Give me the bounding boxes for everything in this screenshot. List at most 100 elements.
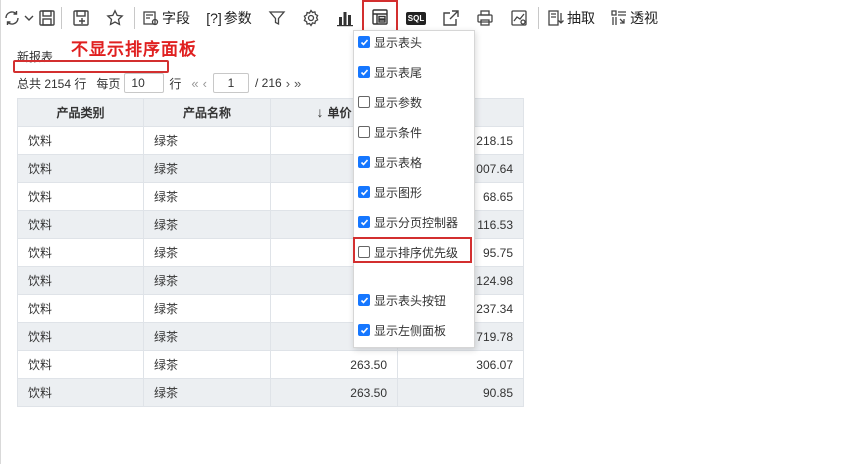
extract-icon xyxy=(548,10,564,26)
menu-item-label: 显示参数 xyxy=(374,95,423,110)
table-cell[interactable]: 绿茶 xyxy=(143,238,271,267)
checkbox-icon[interactable] xyxy=(358,66,370,78)
menu-item-label: 显示表尾 xyxy=(374,65,423,80)
column-header[interactable]: 产品名称 xyxy=(143,98,271,127)
first-page-icon[interactable]: « xyxy=(191,76,198,91)
refresh-icon[interactable] xyxy=(2,5,22,31)
field-label: 字段 xyxy=(162,10,190,26)
table-cell[interactable]: 饮料 xyxy=(17,126,144,155)
menu-item-label: 显示表头 xyxy=(374,35,423,50)
menu-item-show-header[interactable]: 显示表头 xyxy=(358,31,422,53)
menu-item-label: 显示图形 xyxy=(374,185,423,200)
table-cell[interactable]: 绿茶 xyxy=(143,350,271,379)
sql-icon[interactable]: SQL xyxy=(404,5,428,31)
prev-page-icon[interactable]: ‹ xyxy=(203,76,207,91)
total-rows: 总共 2154 行 xyxy=(17,76,87,91)
table-cell[interactable]: 饮料 xyxy=(17,266,144,295)
checkbox-icon[interactable] xyxy=(358,216,370,228)
column-header-label: 单价 xyxy=(327,106,352,120)
annotation-menu-highlight xyxy=(353,237,472,263)
chart-icon[interactable] xyxy=(334,5,356,31)
sort-arrow-icon: ↓ xyxy=(316,104,324,120)
table-cell[interactable]: 306.07 xyxy=(397,350,524,379)
menu-item-show-chart[interactable]: 显示图形 xyxy=(358,181,422,203)
menu-item-label: 显示左侧面板 xyxy=(374,323,447,338)
toolbar-divider xyxy=(538,7,539,29)
table-cell[interactable]: 饮料 xyxy=(17,154,144,183)
display-options-icon[interactable] xyxy=(362,0,398,34)
table-row: 饮料 绿茶 263.50 306.07 xyxy=(17,350,524,379)
table-cell[interactable]: 绿茶 xyxy=(143,266,271,295)
extract-button[interactable]: 抽取 xyxy=(545,5,597,31)
table-cell[interactable]: 绿茶 xyxy=(143,210,271,239)
menu-item-label: 显示条件 xyxy=(374,125,423,140)
display-options-menu: 显示表头 显示表尾 显示参数 显示条件 显示表格 显示图形 显示分页控制器 显示… xyxy=(353,30,475,348)
menu-item-label: 显示表格 xyxy=(374,155,423,170)
total-pages: / 216 xyxy=(254,76,282,90)
field-button[interactable]: 字段 xyxy=(141,5,191,31)
last-page-icon[interactable]: » xyxy=(294,76,301,91)
save-as-icon[interactable] xyxy=(70,5,92,31)
menu-item-show-params[interactable]: 显示参数 xyxy=(358,91,422,113)
dashboard-icon[interactable] xyxy=(508,5,530,31)
table-cell[interactable]: 饮料 xyxy=(17,322,144,351)
per-page-input[interactable]: 10 xyxy=(124,73,165,93)
pivot-button[interactable]: 透视 xyxy=(608,5,660,31)
menu-item-show-footer[interactable]: 显示表尾 xyxy=(358,61,422,83)
table-cell[interactable]: 绿茶 xyxy=(143,378,271,407)
checkbox-icon[interactable] xyxy=(358,156,370,168)
checkbox-icon[interactable] xyxy=(358,126,370,138)
per-page-label: 每页 xyxy=(96,76,121,91)
table-cell[interactable]: 饮料 xyxy=(17,238,144,267)
field-settings-icon xyxy=(143,11,159,26)
table-cell[interactable]: 饮料 xyxy=(17,294,144,323)
param-button[interactable]: [?] 参数 xyxy=(201,5,257,31)
menu-item-show-conditions[interactable]: 显示条件 xyxy=(358,121,422,143)
pagination-bar: 总共 2154 行 每页 10 行 « ‹ 1 / 216 › » xyxy=(17,72,303,94)
save-icon[interactable] xyxy=(36,5,58,31)
table-cell[interactable]: 263.50 xyxy=(270,378,398,407)
checkbox-icon[interactable] xyxy=(358,96,370,108)
table-cell[interactable]: 绿茶 xyxy=(143,182,271,211)
table-cell[interactable]: 饮料 xyxy=(17,378,144,407)
settings-gear-icon[interactable] xyxy=(300,5,322,31)
table-cell[interactable]: 饮料 xyxy=(17,182,144,211)
rows-unit-label: 行 xyxy=(169,76,182,91)
star-icon[interactable] xyxy=(104,5,126,31)
left-border xyxy=(0,0,1,464)
pivot-icon xyxy=(611,10,626,25)
menu-item-label: 显示表头按钮 xyxy=(374,293,447,308)
table-cell[interactable]: 绿茶 xyxy=(143,322,271,351)
current-page-input[interactable]: 1 xyxy=(212,73,249,93)
table-cell[interactable]: 绿茶 xyxy=(143,294,271,323)
table-cell[interactable]: 90.85 xyxy=(397,378,524,407)
param-icon: [?] xyxy=(206,10,222,26)
table-row: 饮料 绿茶 263.50 90.85 xyxy=(17,378,524,407)
table-cell[interactable]: 绿茶 xyxy=(143,154,271,183)
export-icon[interactable] xyxy=(440,5,462,31)
menu-item-show-left-panel[interactable]: 显示左侧面板 xyxy=(358,319,446,341)
checkbox-icon[interactable] xyxy=(358,294,370,306)
annotation-note: 不显示排序面板 xyxy=(71,40,197,59)
toolbar-divider xyxy=(61,7,62,29)
table-cell[interactable]: 饮料 xyxy=(17,210,144,239)
checkbox-icon[interactable] xyxy=(358,186,370,198)
param-label: 参数 xyxy=(223,10,252,26)
checkbox-icon[interactable] xyxy=(358,324,370,336)
column-header[interactable]: 产品类别 xyxy=(17,98,144,127)
table-cell[interactable]: 绿茶 xyxy=(143,126,271,155)
menu-item-show-header-buttons[interactable]: 显示表头按钮 xyxy=(358,289,446,311)
menu-item-label: 显示分页控制器 xyxy=(374,215,459,230)
table-cell[interactable]: 饮料 xyxy=(17,350,144,379)
filter-icon[interactable] xyxy=(266,5,288,31)
print-icon[interactable] xyxy=(474,5,496,31)
sql-label: SQL xyxy=(405,11,427,25)
table-cell[interactable]: 263.50 xyxy=(270,350,398,379)
checkbox-icon[interactable] xyxy=(358,36,370,48)
pivot-label: 透视 xyxy=(630,10,658,26)
menu-item-show-table[interactable]: 显示表格 xyxy=(358,151,422,173)
chevron-down-icon[interactable] xyxy=(22,5,36,31)
menu-item-show-pager[interactable]: 显示分页控制器 xyxy=(358,211,458,233)
extract-label: 抽取 xyxy=(567,10,595,26)
next-page-icon[interactable]: › xyxy=(286,76,290,91)
